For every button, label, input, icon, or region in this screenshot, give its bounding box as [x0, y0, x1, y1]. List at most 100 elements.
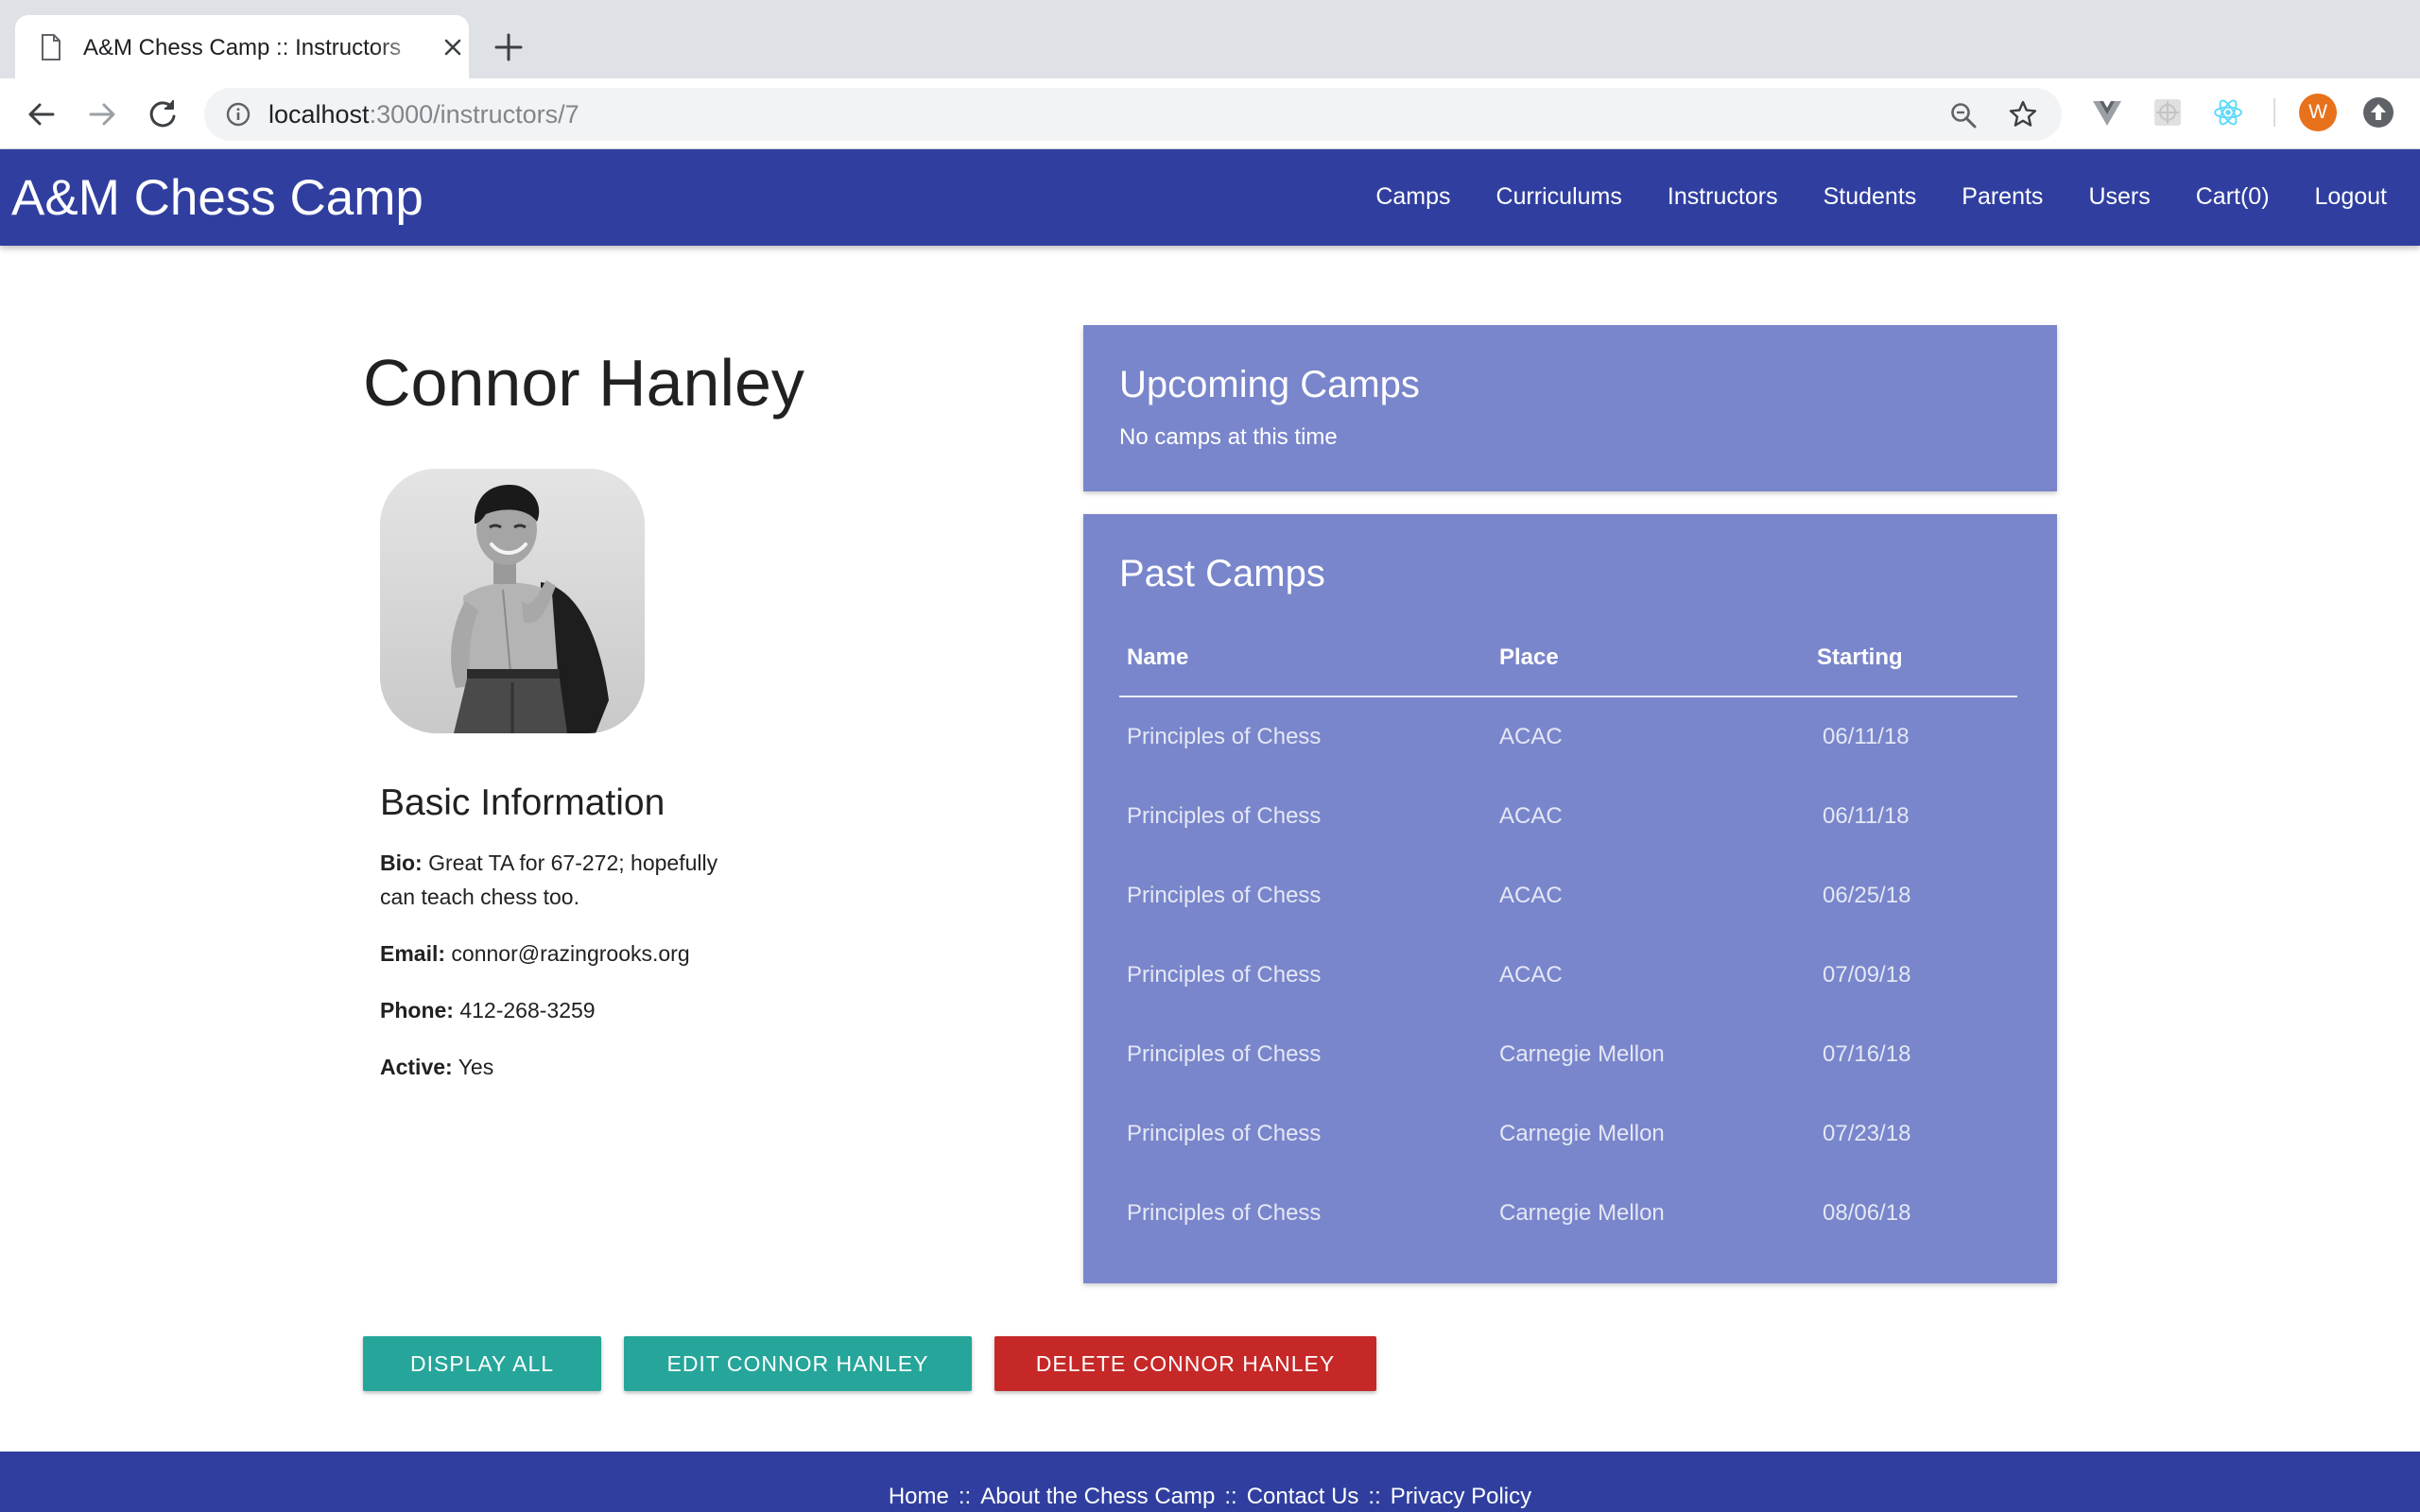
url-path: :3000/instructors/7: [369, 100, 579, 129]
table-row: Principles of Chess Carnegie Mellon 07/1…: [1119, 1015, 2017, 1094]
bio-value: Great TA for 67-272; hopefully can teach…: [380, 850, 718, 909]
active-value: Yes: [458, 1055, 494, 1079]
camp-date-cell: 06/25/18: [1823, 883, 1911, 908]
camp-name-cell: Principles of Chess: [1127, 883, 1322, 908]
url-host: localhost: [268, 100, 370, 129]
nav-users[interactable]: Users: [2066, 178, 2172, 215]
phone-value: 412-268-3259: [459, 998, 596, 1022]
bio-field: Bio: Great TA for 67-272; hopefully can …: [380, 846, 758, 914]
browser-tab[interactable]: A&M Chess Camp :: Instructors: [15, 15, 469, 79]
back-arrow-icon[interactable]: [23, 95, 60, 133]
header-place: Place: [1499, 644, 1559, 670]
past-camps-title: Past Camps: [1119, 553, 1325, 594]
instructor-name: Connor Hanley: [363, 346, 804, 420]
camp-place-cell: Carnegie Mellon: [1499, 1121, 1665, 1146]
email-field: Email: connor@razingrooks.org: [380, 936, 758, 971]
camp-place-cell: ACAC: [1499, 883, 1563, 908]
browser-tabstrip: A&M Chess Camp :: Instructors: [0, 0, 2420, 79]
active-field: Active: Yes: [380, 1050, 758, 1084]
page-footer: Home:: About the Chess Camp:: Contact Us::…: [0, 1452, 2420, 1512]
browser-toolbar: localhost:3000/instructors/7: [0, 78, 2420, 149]
tab-title-fade: [374, 30, 431, 64]
table-header-row: Name Place Starting: [1119, 618, 2017, 697]
camp-place-cell: Carnegie Mellon: [1499, 1041, 1665, 1067]
email-label: Email:: [380, 941, 446, 966]
nav-cart[interactable]: Cart(0): [2173, 178, 2292, 215]
bio-label: Bio:: [380, 850, 423, 875]
basic-info-heading: Basic Information: [380, 782, 666, 823]
person-photo-illustration: [380, 469, 645, 733]
upcoming-camps-title: Upcoming Camps: [1119, 364, 1420, 405]
document-icon: [42, 34, 60, 60]
nav-links: Camps Curriculums Instructors Students P…: [1353, 178, 2410, 215]
camp-date-cell: 07/16/18: [1823, 1041, 1911, 1067]
table-row: Principles of Chess Carnegie Mellon 07/2…: [1119, 1094, 2017, 1174]
nav-logout[interactable]: Logout: [2292, 178, 2410, 215]
update-icon[interactable]: [2361, 95, 2395, 129]
brand-logo[interactable]: A&M Chess Camp: [11, 170, 424, 227]
vue-devtools-icon[interactable]: [2091, 96, 2123, 129]
display-all-button[interactable]: DISPLAY ALL: [363, 1336, 601, 1391]
past-camps-card: Past Camps Name Place Starting Principle…: [1083, 514, 2057, 1283]
camp-name-cell: Principles of Chess: [1127, 803, 1322, 829]
footer-privacy-link[interactable]: Privacy Policy: [1391, 1484, 1531, 1509]
table-row: Principles of Chess Carnegie Mellon 08/0…: [1119, 1174, 2017, 1253]
tab-title: A&M Chess Camp :: Instructors: [83, 35, 402, 60]
footer-home-link[interactable]: Home: [889, 1484, 949, 1509]
camp-name-cell: Principles of Chess: [1127, 1041, 1322, 1067]
camp-date-cell: 06/11/18: [1823, 803, 1910, 829]
app-navbar: A&M Chess Camp Camps Curriculums Instruc…: [0, 149, 2420, 246]
forward-arrow-icon[interactable]: [83, 95, 121, 133]
edit-instructor-button[interactable]: EDIT CONNOR HANLEY: [624, 1336, 972, 1391]
camp-place-cell: ACAC: [1499, 803, 1563, 829]
bookmark-star-icon[interactable]: [2008, 99, 2038, 129]
camp-place-cell: ACAC: [1499, 724, 1563, 749]
zoom-icon[interactable]: [1949, 101, 1978, 129]
table-row: Principles of Chess ACAC 07/09/18: [1119, 936, 2017, 1015]
table-row: Principles of Chess ACAC 06/11/18: [1119, 777, 2017, 856]
email-value: connor@razingrooks.org: [451, 941, 690, 966]
active-label: Active:: [380, 1055, 453, 1079]
camp-date-cell: 07/23/18: [1823, 1121, 1911, 1146]
footer-contact-link[interactable]: Contact Us: [1247, 1484, 1359, 1509]
footer-separator: ::: [1224, 1484, 1237, 1509]
nav-instructors[interactable]: Instructors: [1645, 178, 1801, 215]
reload-icon[interactable]: [144, 95, 182, 133]
camp-name-cell: Principles of Chess: [1127, 724, 1322, 749]
table-row: Principles of Chess ACAC 06/25/18: [1119, 856, 2017, 936]
header-name: Name: [1127, 644, 1189, 670]
address-bar[interactable]: localhost:3000/instructors/7: [204, 88, 2062, 141]
toolbar-divider: [2273, 98, 2275, 127]
footer-links: Home:: About the Chess Camp:: Contact Us::…: [0, 1482, 2420, 1512]
phone-field: Phone: 412-268-3259: [380, 993, 758, 1027]
react-devtools-icon[interactable]: [2212, 96, 2244, 129]
camp-name-cell: Principles of Chess: [1127, 1200, 1322, 1226]
phone-label: Phone:: [380, 998, 454, 1022]
camp-date-cell: 06/11/18: [1823, 724, 1910, 749]
footer-separator: ::: [958, 1484, 972, 1509]
footer-about-link[interactable]: About the Chess Camp: [980, 1484, 1215, 1509]
camp-place-cell: ACAC: [1499, 962, 1563, 988]
camp-name-cell: Principles of Chess: [1127, 962, 1322, 988]
nav-camps[interactable]: Camps: [1353, 178, 1473, 215]
new-tab-icon[interactable]: [492, 30, 526, 64]
camp-name-cell: Principles of Chess: [1127, 1121, 1322, 1146]
camp-place-cell: Carnegie Mellon: [1499, 1200, 1665, 1226]
delete-instructor-button[interactable]: DELETE CONNOR HANLEY: [994, 1336, 1376, 1391]
instructor-photo: [380, 469, 645, 733]
camp-date-cell: 07/09/18: [1823, 962, 1911, 988]
header-starting: Starting: [1817, 644, 1903, 670]
nav-students[interactable]: Students: [1801, 178, 1940, 215]
profile-avatar[interactable]: W: [2299, 94, 2337, 131]
upcoming-camps-card: Upcoming Camps No camps at this time: [1083, 325, 2057, 491]
camp-date-cell: 08/06/18: [1823, 1200, 1911, 1226]
footer-separator: ::: [1368, 1484, 1381, 1509]
info-icon[interactable]: [225, 101, 251, 128]
upcoming-camps-empty: No camps at this time: [1119, 424, 1338, 450]
nav-curriculums[interactable]: Curriculums: [1474, 178, 1645, 215]
extension-grid-icon[interactable]: [2152, 96, 2184, 129]
close-icon[interactable]: [439, 33, 467, 61]
url-text[interactable]: localhost:3000/instructors/7: [268, 97, 579, 131]
nav-parents[interactable]: Parents: [1939, 178, 2066, 215]
past-camps-table: Name Place Starting Principles of Chess …: [1119, 618, 2017, 1253]
